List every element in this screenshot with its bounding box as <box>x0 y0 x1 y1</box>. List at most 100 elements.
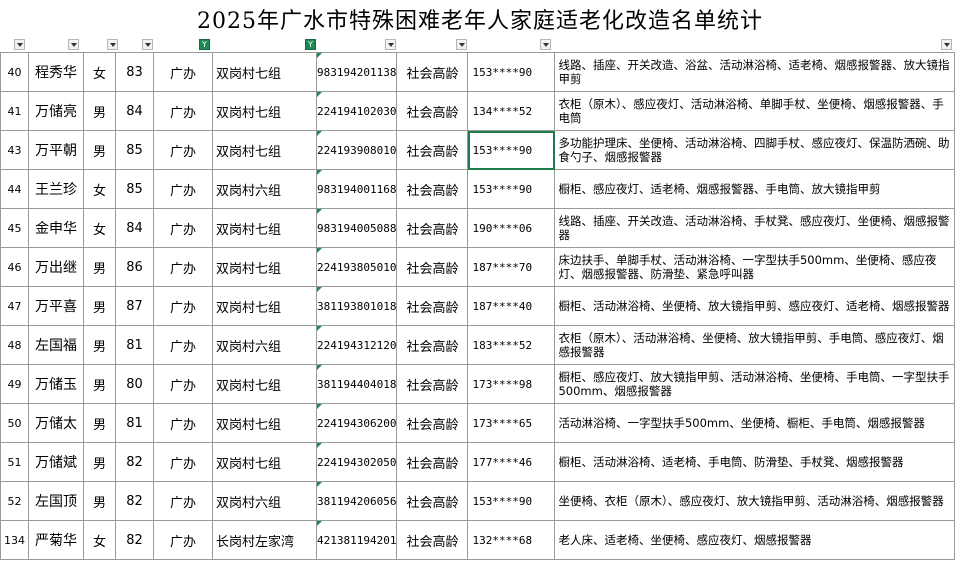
cell-name[interactable]: 左国顶 <box>28 481 84 521</box>
cell-gender[interactable]: 男 <box>83 325 116 365</box>
cell-name[interactable]: 万平喜 <box>28 286 84 326</box>
cell-gender[interactable]: 女 <box>83 520 116 560</box>
cell-name[interactable]: 王兰珍 <box>28 169 84 209</box>
cell-phone[interactable]: 173****65 <box>467 403 556 443</box>
cell-gender[interactable]: 男 <box>83 247 116 287</box>
cell-id-number[interactable]: 381194206056 <box>315 481 398 521</box>
cell-gender[interactable]: 男 <box>83 364 116 404</box>
cell-gender[interactable]: 男 <box>83 481 116 521</box>
cell-no[interactable]: 47 <box>0 286 29 326</box>
cell-name[interactable]: 万出继 <box>28 247 84 287</box>
cell-gender[interactable]: 男 <box>83 91 116 131</box>
cell-id-number[interactable]: 224194102030 <box>315 91 398 131</box>
cell-items[interactable]: 橱柜、感应夜灯、放大镜指甲剪、活动淋浴椅、坐便椅、手电筒、一字型扶手500mm、… <box>554 364 956 404</box>
cell-category[interactable]: 社会高龄 <box>396 52 469 92</box>
cell-age[interactable]: 83 <box>115 52 154 92</box>
cell-office[interactable]: 广办 <box>153 130 213 170</box>
cell-items[interactable]: 线路、插座、开关改造、浴盆、活动淋浴椅、适老椅、烟感报警器、放大镜指甲剪 <box>554 52 956 92</box>
cell-office[interactable]: 广办 <box>153 325 213 365</box>
cell-office[interactable]: 广办 <box>153 442 213 482</box>
cell-village[interactable]: 双岗村七组 <box>212 442 317 482</box>
cell-no[interactable]: 49 <box>0 364 29 404</box>
cell-gender[interactable]: 女 <box>83 208 116 248</box>
cell-office[interactable]: 广办 <box>153 481 213 521</box>
cell-category[interactable]: 社会高龄 <box>396 403 469 443</box>
filter-dropdown-phone[interactable] <box>540 39 551 50</box>
cell-id-number[interactable]: 381193801018 <box>315 286 398 326</box>
cell-category[interactable]: 社会高龄 <box>396 169 469 209</box>
cell-items[interactable]: 活动淋浴椅、一字型扶手500mm、坐便椅、橱柜、手电筒、烟感报警器 <box>554 403 956 443</box>
cell-no[interactable]: 50 <box>0 403 29 443</box>
cell-age[interactable]: 84 <box>115 91 154 131</box>
cell-phone[interactable]: 153****90 <box>467 481 556 521</box>
cell-gender[interactable]: 男 <box>83 130 116 170</box>
cell-name[interactable]: 金申华 <box>28 208 84 248</box>
cell-phone[interactable]: 187****70 <box>467 247 556 287</box>
cell-office[interactable]: 广办 <box>153 52 213 92</box>
cell-office[interactable]: 广办 <box>153 91 213 131</box>
cell-phone[interactable]: 132****68 <box>467 520 556 560</box>
cell-phone[interactable]: 183****52 <box>467 325 556 365</box>
cell-name[interactable]: 程秀华 <box>28 52 84 92</box>
cell-id-number[interactable]: 983194001168 <box>315 169 398 209</box>
cell-no[interactable]: 52 <box>0 481 29 521</box>
cell-phone[interactable]: 153****90 <box>467 52 556 92</box>
cell-phone[interactable]: 134****52 <box>467 91 556 131</box>
cell-name[interactable]: 左国福 <box>28 325 84 365</box>
cell-no[interactable]: 51 <box>0 442 29 482</box>
cell-gender[interactable]: 男 <box>83 442 116 482</box>
cell-no[interactable]: 46 <box>0 247 29 287</box>
cell-phone[interactable]: 187****40 <box>467 286 556 326</box>
cell-items[interactable]: 老人床、适老椅、坐便椅、感应夜灯、烟感报警器 <box>554 520 956 560</box>
cell-no[interactable]: 40 <box>0 52 29 92</box>
cell-village[interactable]: 双岗村七组 <box>212 91 317 131</box>
cell-category[interactable]: 社会高龄 <box>396 208 469 248</box>
cell-office[interactable]: 广办 <box>153 169 213 209</box>
cell-no[interactable]: 45 <box>0 208 29 248</box>
cell-age[interactable]: 87 <box>115 286 154 326</box>
cell-no[interactable]: 134 <box>0 520 29 560</box>
cell-village[interactable]: 双岗村七组 <box>212 364 317 404</box>
cell-office[interactable]: 广办 <box>153 208 213 248</box>
cell-name[interactable]: 严菊华 <box>28 520 84 560</box>
cell-age[interactable]: 84 <box>115 208 154 248</box>
cell-category[interactable]: 社会高龄 <box>396 286 469 326</box>
cell-phone[interactable]: 177****46 <box>467 442 556 482</box>
cell-category[interactable]: 社会高龄 <box>396 247 469 287</box>
filter-dropdown-no[interactable] <box>14 39 25 50</box>
cell-age[interactable]: 85 <box>115 169 154 209</box>
cell-phone[interactable]: 190****06 <box>467 208 556 248</box>
filter-dropdown-category[interactable] <box>456 39 467 50</box>
cell-age[interactable]: 81 <box>115 403 154 443</box>
cell-id-number[interactable]: 224193805010 <box>315 247 398 287</box>
filter-dropdown-age[interactable] <box>142 39 153 50</box>
filter-dropdown-office[interactable]: Y <box>199 39 210 50</box>
cell-village[interactable]: 双岗村六组 <box>212 325 317 365</box>
cell-age[interactable]: 85 <box>115 130 154 170</box>
cell-items[interactable]: 多功能护理床、坐便椅、活动淋浴椅、四脚手杖、感应夜灯、保温防洒碗、助食勺子、烟感… <box>554 130 956 170</box>
cell-items[interactable]: 坐便椅、衣柜（原木）、感应夜灯、放大镜指甲剪、活动淋浴椅、烟感报警器 <box>554 481 956 521</box>
cell-id-number[interactable]: 224194306200 <box>315 403 398 443</box>
cell-name[interactable]: 万储斌 <box>28 442 84 482</box>
cell-phone[interactable]: 153****90 <box>467 169 556 209</box>
cell-village[interactable]: 双岗村七组 <box>212 130 317 170</box>
cell-age[interactable]: 82 <box>115 520 154 560</box>
cell-no[interactable]: 44 <box>0 169 29 209</box>
cell-age[interactable]: 80 <box>115 364 154 404</box>
cell-gender[interactable]: 男 <box>83 286 116 326</box>
filter-dropdown-name[interactable] <box>68 39 79 50</box>
filter-dropdown-gender[interactable] <box>107 39 118 50</box>
cell-village[interactable]: 双岗村七组 <box>212 247 317 287</box>
filter-dropdown-village[interactable]: Y <box>305 39 316 50</box>
cell-office[interactable]: 广办 <box>153 247 213 287</box>
cell-category[interactable]: 社会高龄 <box>396 481 469 521</box>
filter-dropdown-id[interactable] <box>385 39 396 50</box>
cell-category[interactable]: 社会高龄 <box>396 325 469 365</box>
cell-village[interactable]: 双岗村六组 <box>212 481 317 521</box>
cell-category[interactable]: 社会高龄 <box>396 520 469 560</box>
cell-items[interactable]: 橱柜、活动淋浴椅、适老椅、手电筒、防滑垫、手杖凳、烟感报警器 <box>554 442 956 482</box>
cell-id-number[interactable]: 224194312120 <box>315 325 398 365</box>
cell-age[interactable]: 82 <box>115 442 154 482</box>
cell-age[interactable]: 82 <box>115 481 154 521</box>
cell-office[interactable]: 广办 <box>153 520 213 560</box>
